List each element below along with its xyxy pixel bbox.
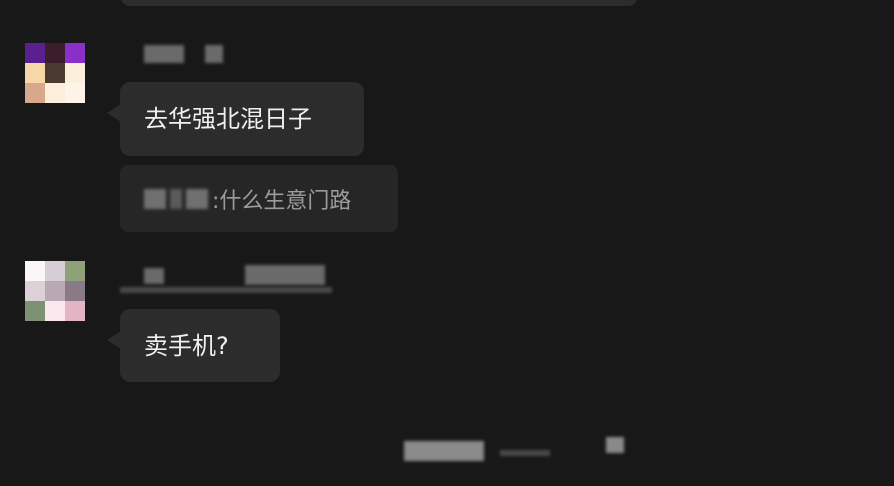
message-bubble[interactable]: 去华强北混日子 <box>120 82 364 156</box>
redacted-text <box>404 441 484 461</box>
message-text: 去华强北混日子 <box>144 105 312 133</box>
avatar-pixel <box>25 261 45 281</box>
avatar-pixel <box>65 261 85 281</box>
sender-name-redacted <box>205 45 223 63</box>
avatar-pixel <box>45 83 65 103</box>
chat-message-list[interactable]: 去华强北混日子 :什么生意门路 卖手机? <box>0 0 894 486</box>
sender-name-redacted <box>144 45 184 63</box>
avatar-pixel <box>45 43 65 63</box>
avatar-pixel <box>25 301 45 321</box>
redacted-text <box>606 437 624 453</box>
sender-avatar[interactable] <box>25 261 85 321</box>
sender-name-redacted <box>144 268 164 284</box>
message-bubble[interactable]: 卖手机? <box>120 309 280 382</box>
avatar-pixel <box>25 281 45 301</box>
quote-author-redacted <box>186 188 208 209</box>
redacted-text <box>500 450 550 456</box>
avatar-pixel <box>25 43 45 63</box>
quote-author-redacted <box>170 188 182 209</box>
avatar-pixel <box>65 281 85 301</box>
sender-avatar[interactable] <box>25 43 85 103</box>
avatar-pixel <box>65 63 85 83</box>
avatar-pixel <box>45 63 65 83</box>
avatar-pixel <box>65 301 85 321</box>
message-text: 卖手机? <box>144 331 229 360</box>
avatar-pixel <box>45 301 65 321</box>
previous-message-bubble[interactable] <box>120 0 638 6</box>
sender-name-redacted <box>120 287 332 293</box>
sender-name-redacted <box>245 265 325 285</box>
quoted-reply[interactable]: :什么生意门路 <box>120 165 398 232</box>
avatar-pixel <box>65 43 85 63</box>
avatar-pixel <box>65 83 85 103</box>
avatar-pixel <box>25 83 45 103</box>
avatar-pixel <box>45 281 65 301</box>
quote-text: :什么生意门路 <box>212 188 352 214</box>
quote-author-redacted <box>144 188 166 209</box>
avatar-pixel <box>45 261 65 281</box>
avatar-pixel <box>25 63 45 83</box>
